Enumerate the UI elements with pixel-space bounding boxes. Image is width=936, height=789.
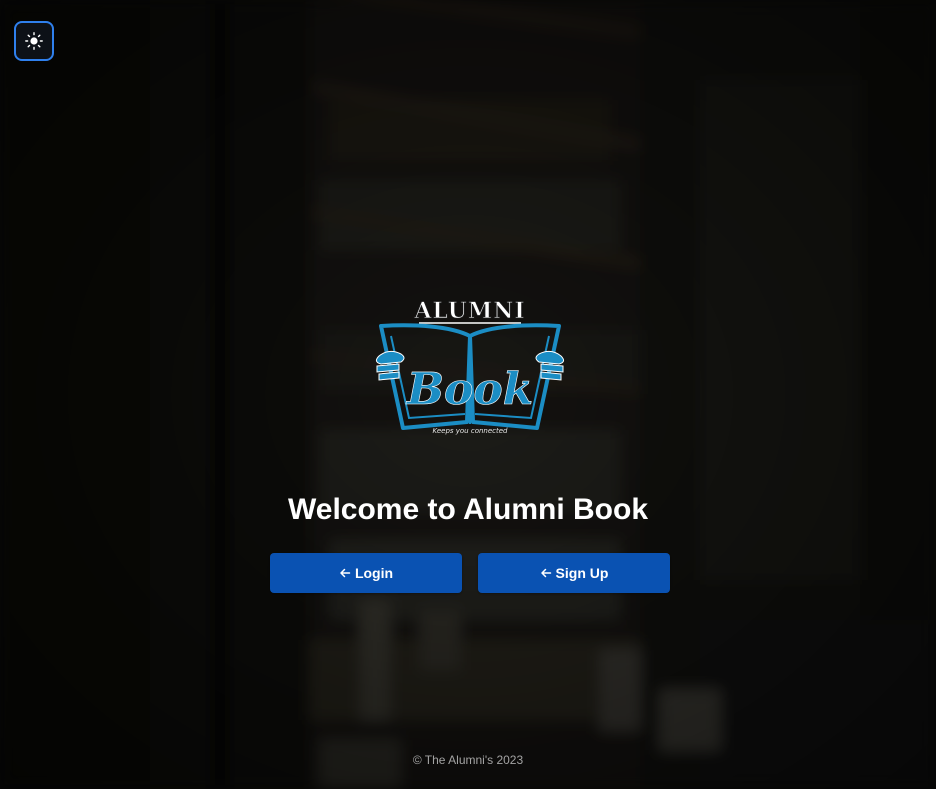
signup-button-label: Sign Up bbox=[555, 565, 609, 581]
arrow-left-icon bbox=[340, 568, 351, 578]
theme-toggle-button[interactable] bbox=[14, 21, 54, 61]
landing-page: ALUMNI Book Keeps you connected Welcome … bbox=[0, 0, 936, 789]
svg-text:ALUMNI: ALUMNI bbox=[413, 298, 525, 324]
login-button[interactable]: Login bbox=[270, 553, 462, 593]
signup-button[interactable]: Sign Up bbox=[478, 553, 670, 593]
svg-text:Keeps you connected: Keeps you connected bbox=[432, 427, 508, 435]
alumni-book-logo: ALUMNI Book Keeps you connected bbox=[375, 298, 565, 435]
svg-text:Book: Book bbox=[405, 364, 533, 415]
login-button-label: Login bbox=[354, 565, 394, 581]
arrow-left-icon bbox=[540, 568, 551, 578]
sun-icon bbox=[25, 32, 43, 50]
page-title: Welcome to Alumni Book bbox=[287, 493, 649, 526]
footer-copyright: © The Alumni's 2023 bbox=[412, 753, 524, 767]
